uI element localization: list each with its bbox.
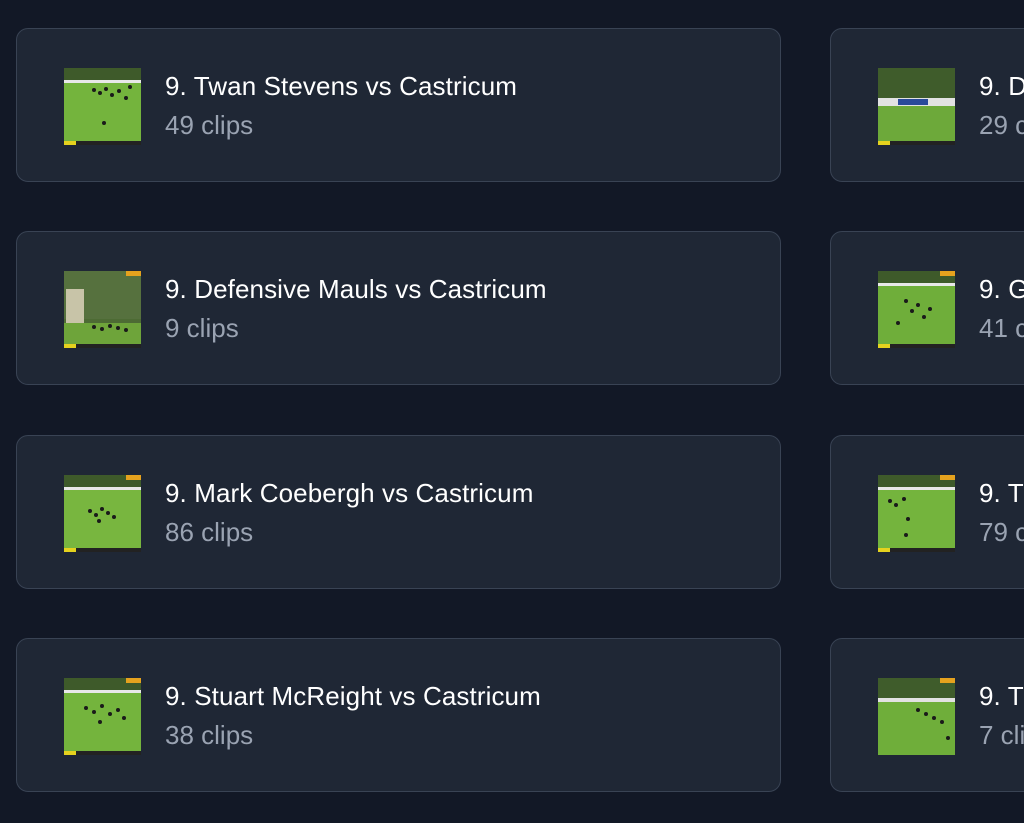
playlist-card[interactable]: 9. T 79 c xyxy=(830,435,1024,589)
playlist-title: 9. T xyxy=(979,478,1024,508)
playlist-clip-count: 49 clips xyxy=(165,110,254,140)
video-thumbnail-icon xyxy=(64,475,141,552)
playlist-card[interactable]: 9. G 41 c xyxy=(830,231,1024,385)
video-thumbnail-icon xyxy=(878,271,955,348)
playlist-title: 9. D xyxy=(979,71,1024,101)
playlist-clip-count: 79 c xyxy=(979,517,1024,547)
playlist-card[interactable]: 9. Stuart McReight vs Castricum 38 clips xyxy=(16,638,781,792)
playlist-clip-count: 29 c xyxy=(979,110,1024,140)
playlist-card[interactable]: 9. D 29 c xyxy=(830,28,1024,182)
playlist-card[interactable]: 9. Mark Coebergh vs Castricum 86 clips xyxy=(16,435,781,589)
playlist-title: 9. Twan Stevens vs Castricum xyxy=(165,71,518,101)
video-thumbnail-icon xyxy=(64,68,141,145)
playlist-title: 9. Defensive Mauls vs Castricum xyxy=(165,274,547,304)
video-thumbnail-icon xyxy=(64,271,141,348)
playlist-title: 9. T xyxy=(979,681,1024,711)
playlist-clip-count: 9 clips xyxy=(165,313,239,343)
playlist-clip-count: 86 clips xyxy=(165,517,254,547)
playlist-card[interactable]: 9. Defensive Mauls vs Castricum 9 clips xyxy=(16,231,781,385)
playlist-card[interactable]: 9. T 7 cli xyxy=(830,638,1024,792)
playlist-clip-count: 38 clips xyxy=(165,720,254,750)
playlist-title: 9. Mark Coebergh vs Castricum xyxy=(165,478,534,508)
video-thumbnail-icon xyxy=(64,678,141,755)
playlist-card[interactable]: 9. Twan Stevens vs Castricum 49 clips xyxy=(16,28,781,182)
playlist-grid: 9. Twan Stevens vs Castricum 49 clips 9.… xyxy=(0,0,1024,823)
playlist-title: 9. Stuart McReight vs Castricum xyxy=(165,681,541,711)
playlist-title: 9. G xyxy=(979,274,1024,304)
video-thumbnail-icon xyxy=(878,678,955,755)
playlist-clip-count: 41 c xyxy=(979,313,1024,343)
playlist-clip-count: 7 cli xyxy=(979,720,1024,750)
video-thumbnail-icon xyxy=(878,475,955,552)
video-thumbnail-icon xyxy=(878,68,955,145)
